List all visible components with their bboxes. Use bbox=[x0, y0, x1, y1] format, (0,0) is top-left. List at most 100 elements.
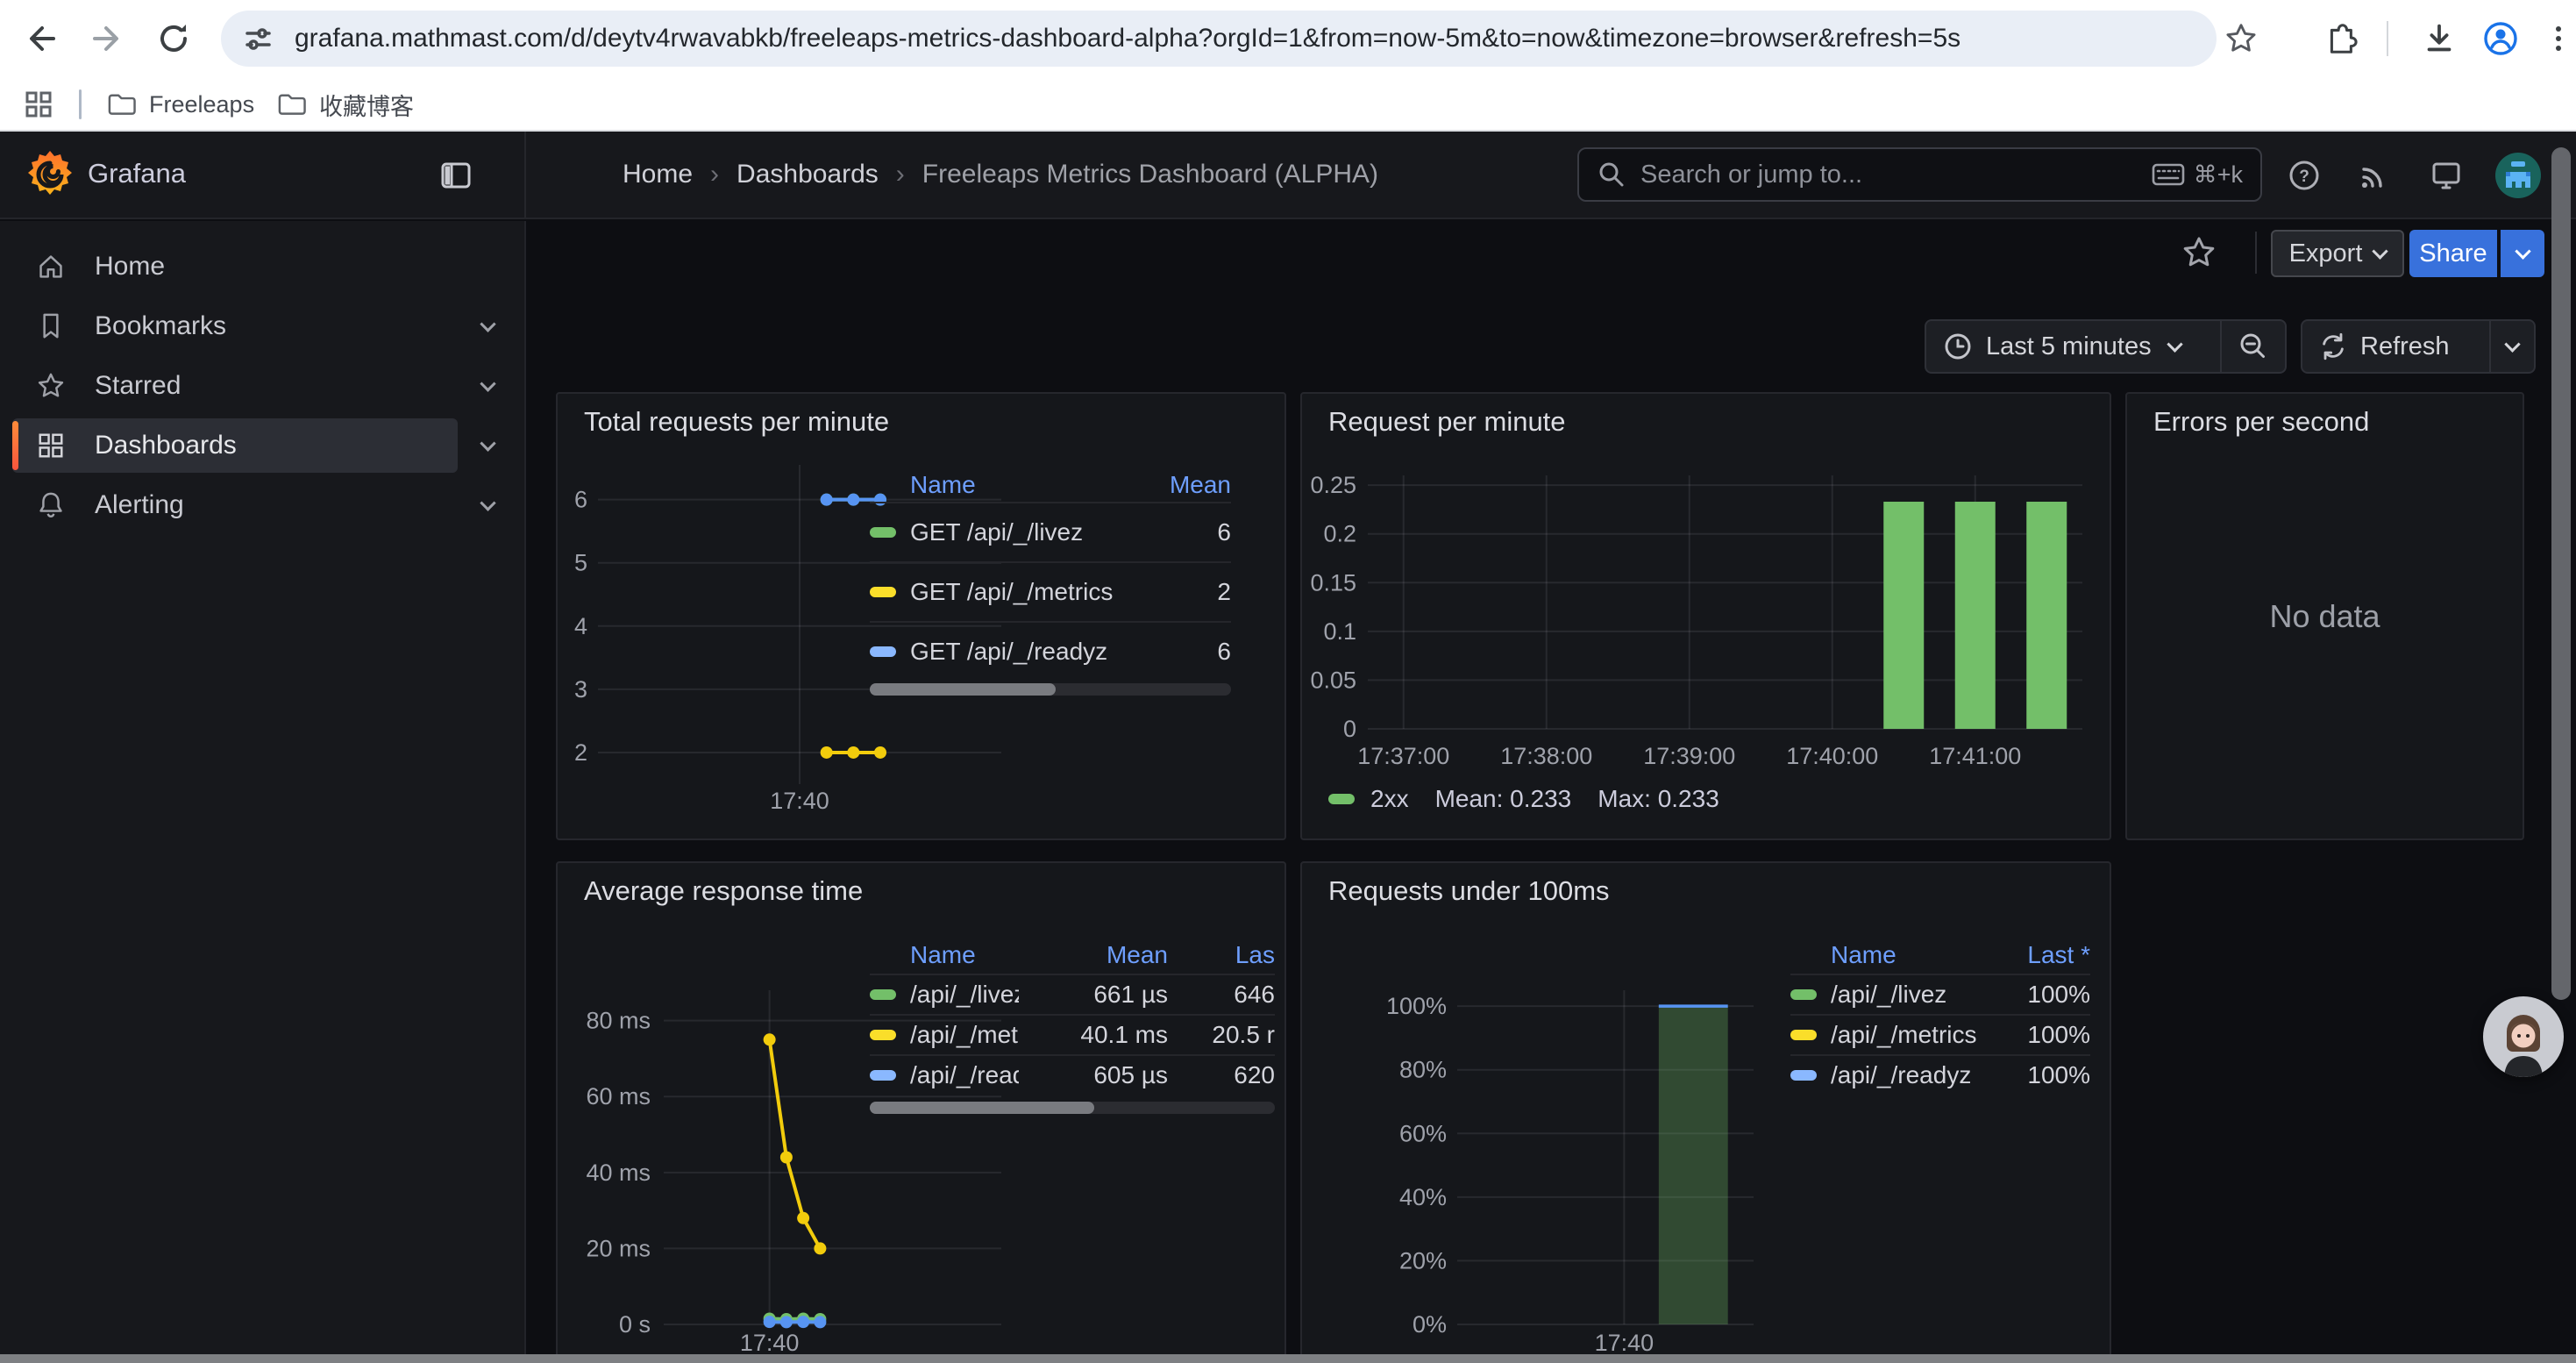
breadcrumb: Home › Dashboards › Freeleaps Metrics Da… bbox=[623, 132, 1378, 218]
legend-row[interactable]: /api/_/readyz 605 µs 620 bbox=[870, 1054, 1275, 1095]
chevron-down-icon[interactable] bbox=[480, 316, 495, 332]
legend-header-name[interactable]: Name bbox=[910, 471, 1126, 499]
apps-grid-icon[interactable] bbox=[19, 85, 58, 124]
export-button[interactable]: Export bbox=[2271, 230, 2404, 277]
legend-scrollbar[interactable] bbox=[870, 1102, 1275, 1114]
share-dropdown-button[interactable] bbox=[2501, 230, 2544, 277]
bookmark-label: 收藏博客 bbox=[319, 88, 414, 122]
svg-text:4: 4 bbox=[574, 613, 587, 639]
home-icon bbox=[35, 251, 67, 282]
svg-text:17:40: 17:40 bbox=[1595, 1330, 1654, 1356]
zoom-out-button[interactable] bbox=[2222, 321, 2285, 372]
browser-menu-icon[interactable] bbox=[2539, 19, 2576, 58]
legend-header-mean[interactable]: Mean bbox=[1019, 941, 1168, 969]
assistant-avatar-widget[interactable] bbox=[2483, 996, 2564, 1077]
legend-header-last[interactable]: Last * bbox=[1976, 941, 2090, 969]
svg-text:17:37:00: 17:37:00 bbox=[1357, 743, 1449, 769]
refresh-interval-dropdown[interactable] bbox=[2491, 321, 2534, 372]
dashboards-grid-icon bbox=[35, 430, 67, 461]
panel-title[interactable]: Total requests per minute bbox=[584, 406, 889, 438]
legend-row[interactable]: /api/_/metrics 100% bbox=[1790, 1014, 2090, 1054]
series-swatch bbox=[1790, 1070, 1817, 1081]
legend-header-last[interactable]: Las bbox=[1168, 941, 1275, 969]
bookmark-star-icon[interactable] bbox=[2222, 19, 2260, 58]
svg-text:100%: 100% bbox=[1386, 993, 1447, 1019]
bookmark-folder-blogs[interactable]: 收藏博客 bbox=[275, 85, 414, 124]
url-bar[interactable]: grafana.mathmast.com/d/deytv4rwavabkb/fr… bbox=[221, 11, 2217, 67]
breadcrumb-home[interactable]: Home bbox=[623, 160, 693, 189]
svg-text:17:40: 17:40 bbox=[740, 1330, 800, 1356]
monitor-icon[interactable] bbox=[2425, 154, 2467, 196]
brand-title[interactable]: Grafana bbox=[88, 158, 186, 189]
svg-text:40 ms: 40 ms bbox=[586, 1160, 651, 1186]
profile-icon[interactable] bbox=[2481, 19, 2520, 58]
breadcrumb-dashboards[interactable]: Dashboards bbox=[737, 160, 879, 189]
search-input[interactable]: Search or jump to... ⌘+k bbox=[1577, 147, 2262, 202]
grafana-logo[interactable] bbox=[25, 149, 75, 200]
bookmark-icon bbox=[35, 310, 67, 342]
svg-text:17:41:00: 17:41:00 bbox=[1929, 743, 2021, 769]
legend-row[interactable]: /api/_/readyz 100% bbox=[1790, 1054, 2090, 1095]
legend-header-name[interactable]: Name bbox=[910, 941, 1019, 969]
legend-inline[interactable]: 2xx Mean: 0.233 Max: 0.233 bbox=[1328, 785, 1746, 813]
download-icon[interactable] bbox=[2420, 19, 2459, 58]
panel-title[interactable]: Average response time bbox=[584, 875, 863, 907]
back-icon[interactable] bbox=[22, 19, 60, 58]
series-swatch bbox=[1790, 1030, 1817, 1040]
legend-scrollbar[interactable] bbox=[870, 683, 1231, 696]
reload-icon[interactable] bbox=[154, 19, 193, 58]
svg-text:2: 2 bbox=[574, 739, 587, 766]
svg-text:17:40:00: 17:40:00 bbox=[1786, 743, 1878, 769]
help-icon[interactable]: ? bbox=[2283, 154, 2325, 196]
sidebar-toggle-icon[interactable] bbox=[438, 158, 473, 193]
active-accent-bar bbox=[12, 421, 18, 470]
chevron-down-icon[interactable] bbox=[480, 435, 495, 451]
breadcrumb-separator: › bbox=[896, 160, 905, 189]
svg-text:0.25: 0.25 bbox=[1310, 472, 1356, 498]
svg-text:6: 6 bbox=[574, 487, 587, 513]
time-range-label: Last 5 minutes bbox=[1986, 332, 2152, 361]
legend-series-name: 2xx bbox=[1370, 785, 1409, 813]
panel-avg-response-time: Average response time 80 ms60 ms40 ms20 … bbox=[556, 861, 1286, 1363]
sidebar-item-bookmarks[interactable]: Bookmarks bbox=[0, 296, 526, 356]
series-swatch bbox=[870, 646, 896, 657]
sidebar-item-home[interactable]: Home bbox=[0, 237, 526, 296]
chevron-down-icon[interactable] bbox=[480, 495, 495, 510]
legend-header-mean[interactable]: Mean bbox=[1126, 471, 1231, 499]
chevron-down-icon bbox=[2167, 336, 2182, 352]
legend-row[interactable]: GET /api/_/metrics 2 bbox=[870, 561, 1231, 621]
series-swatch bbox=[1790, 989, 1817, 1000]
time-range-picker[interactable]: Last 5 minutes bbox=[1926, 321, 2220, 372]
svg-text:0%: 0% bbox=[1413, 1311, 1447, 1338]
refresh-button[interactable]: Refresh bbox=[2302, 321, 2489, 372]
user-avatar[interactable] bbox=[2495, 153, 2541, 198]
extensions-icon[interactable] bbox=[2320, 19, 2359, 58]
keyboard-icon bbox=[2152, 162, 2185, 187]
share-button[interactable]: Share bbox=[2409, 230, 2497, 277]
panel-errors-per-second: Errors per second No data bbox=[2125, 392, 2524, 840]
page-scrollbar-thumb[interactable] bbox=[2551, 147, 2571, 1000]
site-settings-icon[interactable] bbox=[240, 21, 275, 56]
sidebar-item-dashboards[interactable]: Dashboards bbox=[0, 416, 526, 475]
legend-row[interactable]: /api/_/metrics 40.1 ms 20.5 r bbox=[870, 1014, 1275, 1054]
chevron-down-icon bbox=[2373, 243, 2388, 259]
legend-row[interactable]: GET /api/_/livez 6 bbox=[870, 502, 1231, 561]
bookmark-folder-freeleaps[interactable]: Freeleaps bbox=[105, 85, 254, 124]
legend-row[interactable]: GET /api/_/readyz 6 bbox=[870, 621, 1231, 681]
no-data-message: No data bbox=[2127, 394, 2523, 838]
sidebar-item-starred[interactable]: Starred bbox=[0, 356, 526, 416]
panel-title[interactable]: Requests under 100ms bbox=[1328, 875, 1610, 907]
chevron-down-icon[interactable] bbox=[480, 375, 495, 391]
favorite-star-icon[interactable] bbox=[2180, 233, 2218, 272]
svg-text:60%: 60% bbox=[1399, 1120, 1447, 1146]
news-rss-icon[interactable] bbox=[2353, 154, 2395, 196]
svg-text:0.15: 0.15 bbox=[1310, 569, 1356, 596]
panel-request-per-minute: Request per minute 00.050.10.150.20.2517… bbox=[1300, 392, 2111, 840]
legend-header-name[interactable]: Name bbox=[1831, 941, 1976, 969]
panel-title[interactable]: Request per minute bbox=[1328, 406, 1566, 438]
legend-row[interactable]: /api/_/livez 661 µs 646 bbox=[870, 974, 1275, 1014]
legend-row[interactable]: /api/_/livez 100% bbox=[1790, 974, 2090, 1014]
panel-title[interactable]: Errors per second bbox=[2153, 406, 2369, 438]
sidebar-item-alerting[interactable]: Alerting bbox=[0, 475, 526, 535]
forward-icon[interactable] bbox=[88, 19, 126, 58]
